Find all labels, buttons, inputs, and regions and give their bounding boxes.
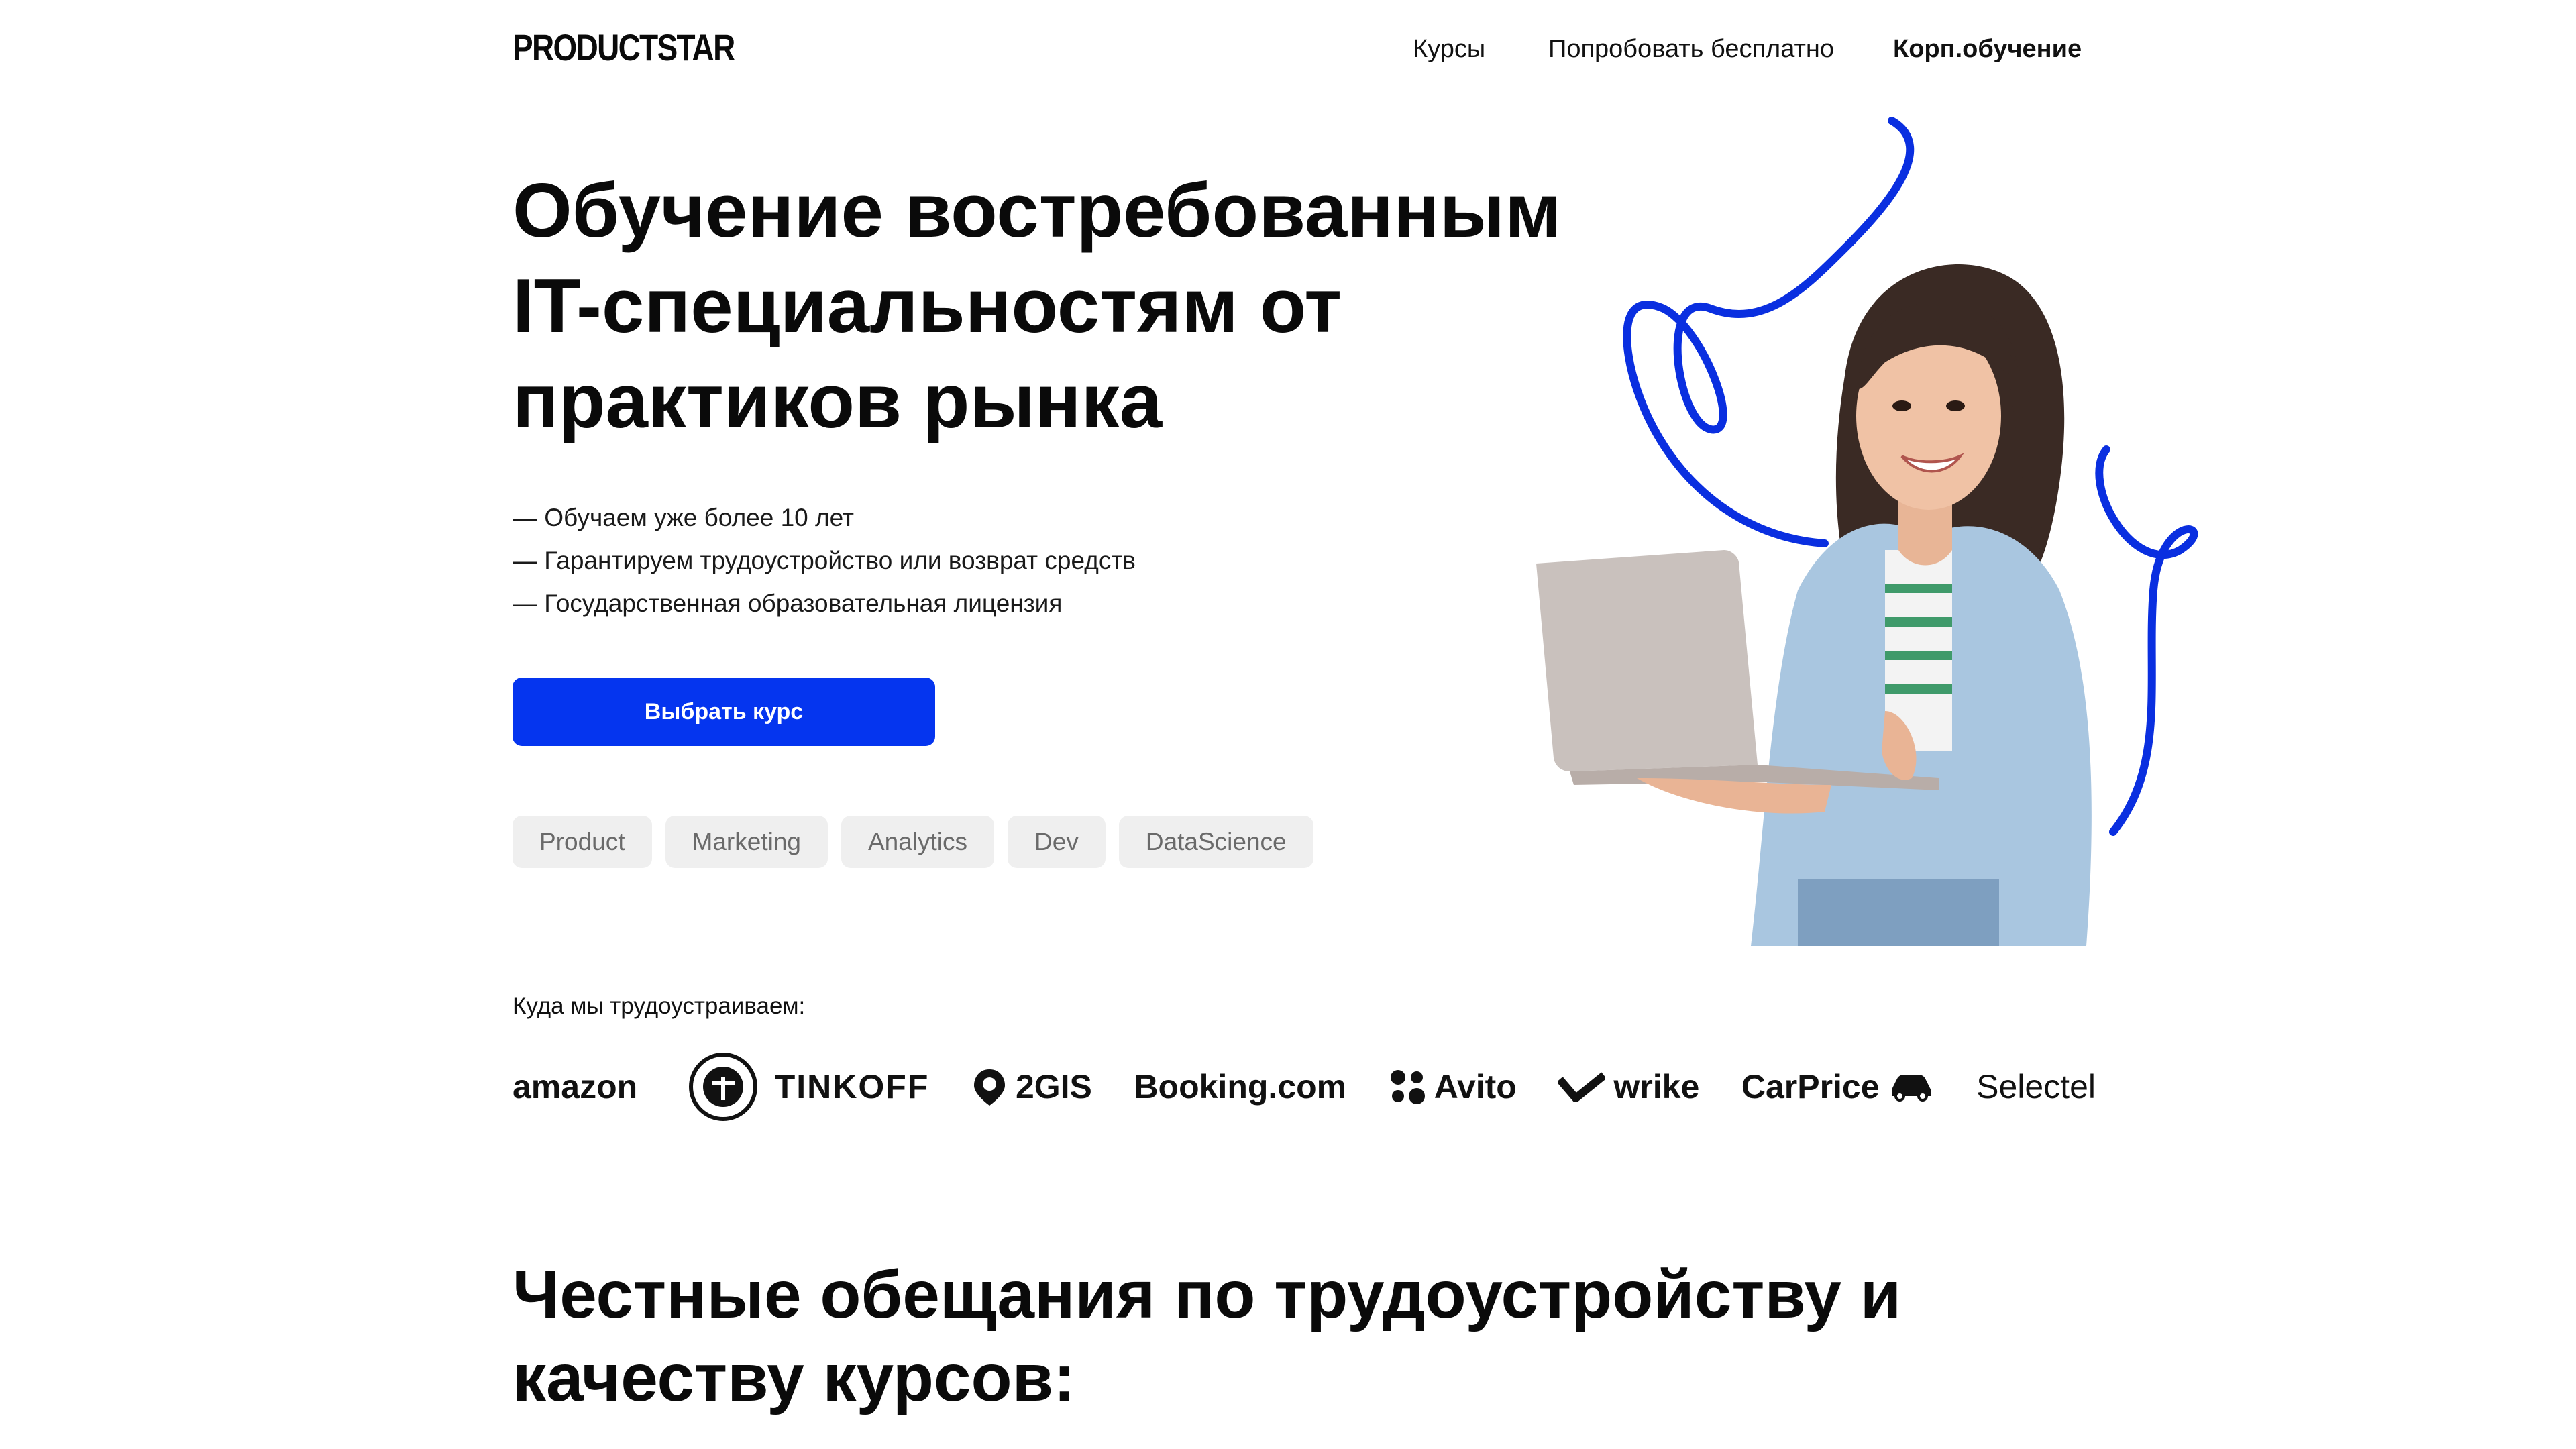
employer-name: amazon <box>513 1068 638 1106</box>
employer-name: CarPrice <box>1741 1068 1880 1106</box>
employers-label: Куда мы трудоустраиваем: <box>513 993 806 1019</box>
employer-name: TINKOFF <box>774 1068 930 1106</box>
employer-logo-avito: Avito <box>1389 1067 1517 1106</box>
hero-title-line: практиков рынка <box>513 359 1163 444</box>
choose-course-button[interactable]: Выбрать курс <box>513 678 935 746</box>
employer-name: Avito <box>1434 1068 1517 1106</box>
hero-title-line: IT-специальностям от <box>513 264 1342 349</box>
employer-logo-booking: Booking.com <box>1134 1067 1346 1106</box>
course-category-tags: Product Marketing Analytics Dev DataScie… <box>513 816 1313 868</box>
laptop <box>1536 550 1758 771</box>
avito-dots-icon <box>1390 1070 1425 1104</box>
benefit-item: — Гарантируем трудоустройство или возвра… <box>513 547 1136 574</box>
2gis-pin-icon <box>973 1069 1005 1106</box>
tag-product[interactable]: Product <box>513 816 652 868</box>
section-title: Честные обещания по трудоустройству и ка… <box>513 1253 2123 1419</box>
employer-logo-selectel: Selectel <box>1976 1067 2096 1106</box>
tinkoff-emblem-icon <box>688 1053 757 1121</box>
employer-logo-tinkoff: TINKOFF <box>680 1050 930 1124</box>
hero-benefits-list: — Обучаем уже более 10 лет — Гарантируем… <box>513 496 1136 625</box>
benefit-item: — Обучаем уже более 10 лет <box>513 504 854 531</box>
employer-name: Booking.com <box>1134 1068 1347 1106</box>
tag-dev[interactable]: Dev <box>1008 816 1106 868</box>
tag-marketing[interactable]: Marketing <box>665 816 828 868</box>
section-title-line: Честные обещания по трудоустройству и <box>513 1257 1902 1332</box>
tag-datascience[interactable]: DataScience <box>1118 816 1313 868</box>
hero-illustration <box>1536 117 2198 946</box>
benefit-item: — Государственная образовательная лиценз… <box>513 590 1063 617</box>
nav-courses[interactable]: Курсы <box>1413 35 1485 64</box>
nav-try-free[interactable]: Попробовать бесплатно <box>1548 35 1834 64</box>
tag-analytics[interactable]: Analytics <box>841 816 995 868</box>
wrike-check-icon <box>1558 1072 1606 1102</box>
decorative-scribble <box>2095 445 2198 836</box>
employer-logo-wrike: wrike <box>1558 1067 1699 1106</box>
employer-name: 2GIS <box>1015 1068 1092 1106</box>
hero-title: Обучение востребованным IT-специальностя… <box>513 164 1653 449</box>
car-icon <box>1891 1075 1931 1102</box>
employer-logo-carprice: CarPrice <box>1741 1067 1935 1106</box>
nav-corporate-training[interactable]: Корп.обучение <box>1893 35 2082 64</box>
hero-title-line: Обучение востребованным <box>513 168 1562 254</box>
brand-logo[interactable]: PRODUCTSTAR <box>513 25 735 69</box>
employer-logo-2gis: 2GIS <box>971 1067 1092 1107</box>
employer-name: wrike <box>1613 1068 1700 1106</box>
employer-logo-amazon: amazon <box>513 1067 637 1106</box>
employer-logos: amazon TINKOFF 2GIS Booking.com Avito wr <box>513 1046 2096 1127</box>
section-title-line: качеству курсов: <box>513 1340 1076 1415</box>
employer-name: Selectel <box>1976 1068 2096 1106</box>
